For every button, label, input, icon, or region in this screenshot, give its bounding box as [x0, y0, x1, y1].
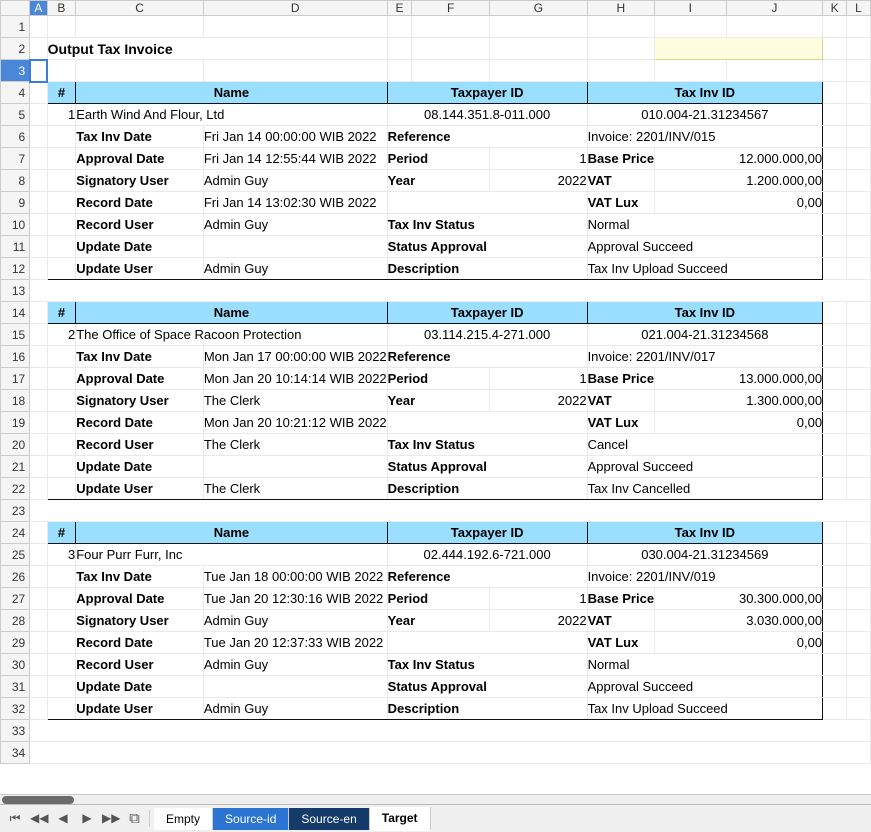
col-header-H[interactable]: H — [587, 1, 655, 16]
row-header[interactable]: 1 — [1, 16, 30, 38]
col-header-A[interactable]: A — [30, 1, 47, 16]
col-header-J[interactable]: J — [726, 1, 823, 16]
page-title[interactable]: Output Tax Invoice — [47, 38, 387, 60]
add-sheet-icon[interactable]: ⧉ — [126, 810, 150, 827]
label[interactable]: Tax Inv Date — [76, 126, 204, 148]
row-header[interactable]: 3 — [1, 60, 30, 82]
column-header-row: A B C D E F G H I J K L — [1, 1, 871, 16]
row-header[interactable]: 2 — [1, 38, 30, 60]
col-header-F[interactable]: F — [412, 1, 490, 16]
tab-target[interactable]: Target — [370, 807, 431, 831]
rec-name[interactable]: Earth Wind And Flour, Ltd — [76, 104, 387, 126]
col-header-G[interactable]: G — [490, 1, 587, 16]
rec-taxinv[interactable]: 010.004-21.31234567 — [587, 104, 823, 126]
next-sheet-icon[interactable]: ▶▶ — [102, 811, 120, 826]
select-all-corner[interactable] — [1, 1, 30, 16]
sheet-tab-bar: ⏮ ◀◀ ◀ ▶ ▶▶ ⧉ Empty Source-id Source-en … — [0, 804, 871, 832]
col-header-K[interactable]: K — [823, 1, 847, 16]
first-sheet-icon[interactable]: ⏮ — [6, 811, 24, 826]
prev-icon[interactable]: ◀ — [54, 811, 72, 826]
value[interactable]: Fri Jan 14 00:00:00 WIB 2022 — [203, 126, 387, 148]
rec-num[interactable]: 1 — [47, 104, 76, 126]
active-cell[interactable] — [30, 60, 47, 82]
label[interactable]: Reference — [387, 126, 587, 148]
header-num[interactable]: # — [47, 82, 76, 104]
col-header-D[interactable]: D — [203, 1, 387, 16]
col-header-E[interactable]: E — [387, 1, 412, 16]
col-header-I[interactable]: I — [655, 1, 726, 16]
yellow-cell[interactable] — [655, 38, 823, 60]
header-name[interactable]: Name — [76, 82, 387, 104]
tab-empty[interactable]: Empty — [154, 808, 213, 830]
header-taxpayer[interactable]: Taxpayer ID — [387, 82, 587, 104]
col-header-L[interactable]: L — [847, 1, 871, 16]
horizontal-scrollbar[interactable] — [0, 794, 871, 804]
tab-source-en[interactable]: Source-en — [289, 808, 369, 830]
spreadsheet-grid[interactable]: A B C D E F G H I J K L 1 2 Output Tax I… — [0, 0, 871, 764]
prev-sheet-icon[interactable]: ◀◀ — [30, 811, 48, 826]
scrollbar-thumb[interactable] — [2, 796, 74, 804]
next-icon[interactable]: ▶ — [78, 811, 96, 826]
col-header-C[interactable]: C — [76, 1, 204, 16]
cell[interactable] — [30, 16, 47, 38]
header-taxinv[interactable]: Tax Inv ID — [587, 82, 823, 104]
value[interactable]: Invoice: 2201/INV/015 — [587, 126, 823, 148]
tab-source-id[interactable]: Source-id — [213, 808, 289, 830]
col-header-B[interactable]: B — [47, 1, 76, 16]
rec-taxpayer[interactable]: 08.144.351.8-011.000 — [387, 104, 587, 126]
